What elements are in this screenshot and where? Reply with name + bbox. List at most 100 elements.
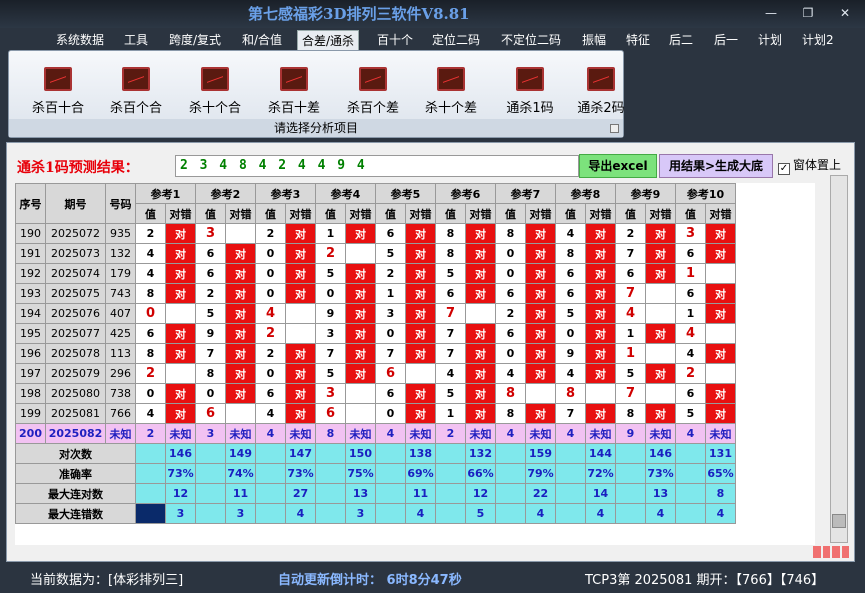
stats-value: 73% <box>645 463 676 484</box>
row-period: 2025074 <box>45 263 106 284</box>
menu-item[interactable]: 不定位二码 <box>497 30 565 50</box>
ribbon-expand-icon[interactable] <box>610 124 619 133</box>
ref-value: 5 <box>435 263 466 284</box>
subheader-value: 值 <box>375 203 406 224</box>
column-header-seq[interactable]: 序号 <box>15 183 46 224</box>
ref-value: 5 <box>315 263 346 284</box>
ribbon-button[interactable]: 通杀2码 <box>566 67 636 116</box>
ref-value: 6 <box>375 383 406 404</box>
row-seq: 200 <box>15 423 46 444</box>
ref-value: 2 <box>675 363 706 384</box>
close-button[interactable]: ✕ <box>832 4 858 22</box>
ribbon-button[interactable]: 杀百十差 <box>259 67 329 116</box>
ribbon-button-label: 杀百十合 <box>31 101 84 116</box>
prediction-result-field[interactable]: 2 3 4 8 4 2 4 4 9 4 <box>175 155 579 177</box>
ribbon-button[interactable]: 通杀1码 <box>495 67 565 116</box>
menu-item[interactable]: 和/合值 <box>238 30 286 50</box>
column-header-number[interactable]: 号码 <box>105 183 136 224</box>
column-header-ref[interactable]: 参考6 <box>435 183 496 204</box>
column-header-ref[interactable]: 参考1 <box>135 183 196 204</box>
stats-spacer <box>555 483 586 504</box>
table-row[interactable]: 197 2025079 296 2 8 对 0 对 5 对 6 4 对 4 对 4 对 5 对 2 <box>15 363 736 384</box>
ref-value: 7 <box>435 303 466 324</box>
table-row[interactable]: 196 2025078 113 8 对 7 对 2 对 7 对 7 对 7 对 0 对 9 对 1 4 对 <box>15 343 736 364</box>
ref-value: 3 <box>315 383 346 404</box>
ribbon-button[interactable]: 杀十个合 <box>180 67 250 116</box>
ref-value: 6 <box>135 323 166 344</box>
ribbon-button[interactable]: 杀百十合 <box>23 67 93 116</box>
stats-value: 22 <box>525 483 556 504</box>
column-header-ref[interactable]: 参考9 <box>615 183 676 204</box>
stats-spacer <box>135 503 166 524</box>
ref-result: 对 <box>645 323 676 344</box>
generate-base-button[interactable]: 用结果>生成大底 <box>659 154 773 178</box>
menu-item[interactable]: 定位二码 <box>428 30 484 50</box>
restore-button[interactable]: ❐ <box>795 4 821 22</box>
column-header-ref[interactable]: 参考3 <box>255 183 316 204</box>
menu-item[interactable]: 后一 <box>710 30 742 50</box>
column-header-ref[interactable]: 参考5 <box>375 183 436 204</box>
menu-item[interactable]: 百十个 <box>373 30 417 50</box>
menu-item[interactable]: 计划2 <box>798 30 838 50</box>
menu-item[interactable]: 工具 <box>120 30 152 50</box>
ref-result: 对 <box>705 243 736 264</box>
ribbon-button[interactable]: 杀百个合 <box>101 67 171 116</box>
menu-item[interactable]: 跨度/复式 <box>165 30 225 50</box>
stats-value: 3 <box>225 503 256 524</box>
ref-value: 6 <box>375 363 406 384</box>
column-header-ref[interactable]: 参考10 <box>675 183 736 204</box>
ref-result: 对 <box>405 343 436 364</box>
table-row[interactable]: 198 2025080 738 0 对 0 对 6 对 3 6 对 5 对 8 8 7 6 对 <box>15 383 736 404</box>
menu-item[interactable]: 振幅 <box>578 30 610 50</box>
ref-value: 4 <box>495 423 526 444</box>
ref-value: 4 <box>135 263 166 284</box>
table-row[interactable]: 199 2025081 766 4 对 6 4 对 6 0 对 1 对 8 对 7 对 8 对 5 对 <box>15 403 736 424</box>
ref-result: 对 <box>705 303 736 324</box>
ref-value: 1 <box>675 263 706 284</box>
table-row[interactable]: 195 2025077 425 6 对 9 对 2 3 对 0 对 7 对 6 对 0 对 1 对 4 <box>15 323 736 344</box>
ref-value: 3 <box>195 423 226 444</box>
ref-result: 对 <box>585 343 616 364</box>
ref-value: 8 <box>195 363 226 384</box>
ref-result <box>525 383 556 404</box>
table-row-pending[interactable]: 200 2025082 未知 2 未知 3 未知 4 未知 8 未知 4 未知 2 未知 4 未知 4 未知 9 未知 4… <box>15 423 736 444</box>
column-header-ref[interactable]: 参考2 <box>195 183 256 204</box>
menu-item[interactable]: 计划 <box>754 30 786 50</box>
row-seq: 191 <box>15 243 46 264</box>
stats-spacer <box>675 503 706 524</box>
stats-value: 75% <box>345 463 376 484</box>
topmost-checkbox[interactable]: ✓ 窗体置上 <box>778 156 841 175</box>
menu-item[interactable]: 后二 <box>665 30 697 50</box>
ribbon-button[interactable]: 杀百个差 <box>338 67 408 116</box>
table-row[interactable]: 191 2025073 132 4 对 6 对 0 对 2 5 对 8 对 0 对 8 对 7 对 6 对 <box>15 243 736 264</box>
stats-value: 3 <box>165 503 196 524</box>
table-row[interactable]: 194 2025076 407 0 5 对 4 9 对 3 对 7 2 对 5 对 4 1 对 <box>15 303 736 324</box>
stats-value: 79% <box>525 463 556 484</box>
table-row[interactable]: 190 2025072 935 2 对 3 2 对 1 对 6 对 8 对 8 对 4 对 2 对 3 对 <box>15 223 736 244</box>
ref-result: 对 <box>705 343 736 364</box>
ribbon-button[interactable]: 杀十个差 <box>416 67 486 116</box>
menu-item[interactable]: 特征 <box>622 30 654 50</box>
column-header-ref[interactable]: 参考8 <box>555 183 616 204</box>
subheader-value: 值 <box>615 203 646 224</box>
column-header-period[interactable]: 期号 <box>45 183 106 224</box>
column-header-ref[interactable]: 参考7 <box>495 183 556 204</box>
stats-spacer <box>435 483 466 504</box>
table-row[interactable]: 192 2025074 179 4 对 6 对 0 对 5 对 2 对 5 对 0 对 6 对 6 对 1 <box>15 263 736 284</box>
ref-result: 对 <box>405 283 436 304</box>
subheader-result: 对错 <box>405 203 436 224</box>
menu-item[interactable]: 系统数据 <box>52 30 108 50</box>
table-row[interactable]: 193 2025075 743 8 对 2 对 0 对 0 对 1 对 6 对 6 对 6 对 7 6 对 <box>15 283 736 304</box>
menu-item[interactable]: 合差/通杀 <box>297 30 360 50</box>
ref-result: 对 <box>465 363 496 384</box>
column-header-ref[interactable]: 参考4 <box>315 183 376 204</box>
row-number: 766 <box>105 403 136 424</box>
stats-value: 131 <box>705 443 736 464</box>
ref-result: 对 <box>225 303 256 324</box>
minimize-button[interactable]: — <box>758 4 784 22</box>
stats-value: 4 <box>285 503 316 524</box>
scrollbar-thumb[interactable] <box>832 514 846 528</box>
vertical-scrollbar[interactable] <box>830 175 848 543</box>
export-excel-button[interactable]: 导出excel <box>579 154 657 178</box>
ref-result: 未知 <box>225 423 256 444</box>
